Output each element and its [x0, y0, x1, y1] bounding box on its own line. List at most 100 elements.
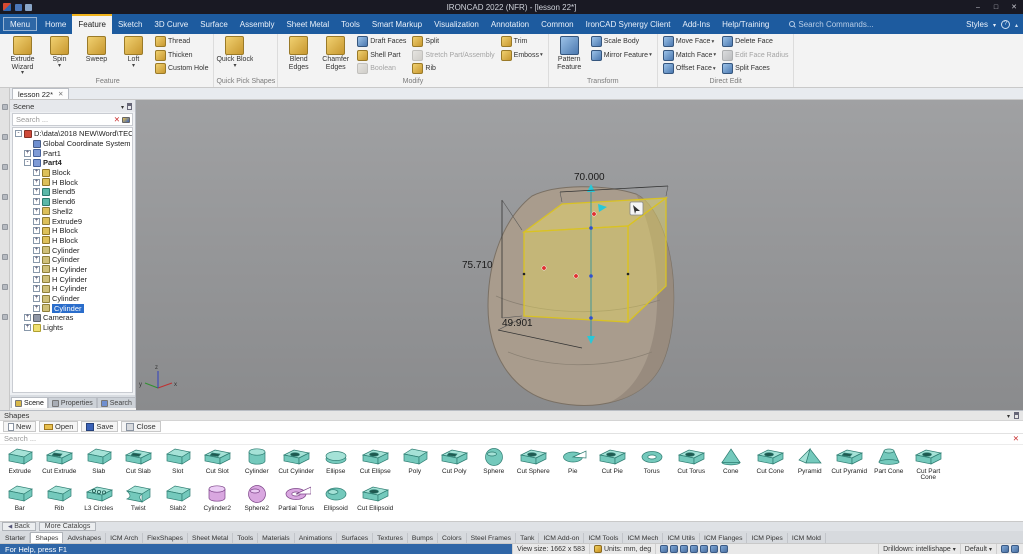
catalog-tab-textures[interactable]: Textures: [373, 533, 408, 543]
close-tab-icon[interactable]: ✕: [58, 90, 63, 98]
offset-face-button[interactable]: Offset Face ▾: [660, 62, 719, 76]
catalog-item-cut-torus[interactable]: Cut Torus: [672, 446, 712, 484]
catalog-item-cut-poly[interactable]: Cut Poly: [435, 446, 475, 484]
menu-tab-tools[interactable]: Tools: [335, 14, 366, 34]
move-face-button[interactable]: Move Face ▾: [660, 35, 719, 49]
split-faces-button[interactable]: Split Faces: [719, 62, 791, 76]
blend-edges-button[interactable]: Blend Edges: [280, 35, 317, 77]
measure-icon[interactable]: [1, 284, 8, 290]
expand-icon[interactable]: +: [33, 304, 40, 312]
zoom-window-icon[interactable]: [660, 545, 669, 553]
catalog-item-cut-slab[interactable]: Cut Slab: [119, 446, 159, 484]
config-icon[interactable]: [1011, 545, 1019, 553]
menu-tab-assembly[interactable]: Assembly: [234, 14, 281, 34]
loft-button[interactable]: Loft ▾: [115, 35, 152, 77]
catalog-item-rib[interactable]: Rib: [40, 483, 80, 521]
menu-tab-smart-markup[interactable]: Smart Markup: [366, 14, 428, 34]
catalog-item-sphere[interactable]: Sphere: [474, 446, 514, 484]
tree-item-h-block[interactable]: + H Block: [13, 226, 132, 236]
panel-tab-scene[interactable]: Scene: [11, 397, 48, 408]
settings-icon[interactable]: [1, 314, 8, 320]
chamfer-edges-button[interactable]: Chamfer Edges: [317, 35, 354, 77]
expand-icon[interactable]: +: [33, 207, 40, 215]
catalog-tab-bumps[interactable]: Bumps: [408, 533, 438, 543]
menu-tab-3d-curve[interactable]: 3D Curve: [148, 14, 194, 34]
menu-tab-surface[interactable]: Surface: [194, 14, 234, 34]
delete-face-button[interactable]: Delete Face: [719, 35, 791, 49]
catalog-item-cut-cylinder[interactable]: Cut Cylinder: [277, 446, 317, 484]
close-button[interactable]: ✕: [1005, 0, 1023, 14]
menu-tab-menu[interactable]: Menu: [3, 17, 38, 31]
catalog-tab-icm-flanges[interactable]: ICM Flanges: [700, 533, 748, 543]
tree-item-extrude9[interactable]: + Extrude9: [13, 216, 132, 226]
expand-icon[interactable]: +: [33, 169, 40, 177]
catalog-tab-icm-mold[interactable]: ICM Mold: [788, 533, 826, 543]
open-catalog-button[interactable]: Open: [39, 421, 79, 433]
styles-menu[interactable]: Styles: [966, 20, 988, 29]
dim-height-text[interactable]: 75.710: [462, 260, 493, 271]
catalog-item-cut-cone[interactable]: Cut Cone: [751, 446, 791, 484]
orbit-icon[interactable]: [710, 545, 719, 553]
catalog-tab-tools[interactable]: Tools: [233, 533, 259, 543]
tree-item-h-cylinder[interactable]: + H Cylinder: [13, 274, 132, 284]
catalog-tab-starter[interactable]: Starter: [1, 533, 31, 543]
collapse-icon[interactable]: -: [15, 130, 22, 138]
new-catalog-button[interactable]: New: [3, 421, 37, 433]
viewport-canvas[interactable]: 70.000 75.710 49.901 x y z: [136, 100, 1023, 410]
catalog-item-sphere2[interactable]: Sphere2: [237, 483, 277, 521]
catalog-tab-animations[interactable]: Animations: [295, 533, 338, 543]
menu-tab-help-training[interactable]: Help/Training: [716, 14, 775, 34]
catalog-tab-icm-tools[interactable]: ICM Tools: [584, 533, 624, 543]
help-icon[interactable]: ?: [1000, 19, 1010, 29]
expand-icon[interactable]: +: [33, 295, 40, 303]
fit-scene-icon[interactable]: [690, 545, 699, 553]
units-value[interactable]: mm, deg: [624, 546, 651, 553]
pattern-feature-button[interactable]: Pattern Feature: [551, 35, 588, 77]
catalog-tab-colors[interactable]: Colors: [438, 533, 467, 543]
pin-icon[interactable]: [1014, 412, 1019, 419]
viewport[interactable]: 70.000 75.710 49.901 x y z: [136, 100, 1023, 410]
catalog-tab-advshapes[interactable]: Advshapes: [63, 533, 107, 543]
document-tab[interactable]: lesson 22* ✕: [12, 88, 70, 99]
expand-icon[interactable]: +: [33, 188, 40, 196]
catalog-item-slab[interactable]: Slab: [79, 446, 119, 484]
quick-save-icon[interactable]: [15, 3, 22, 11]
menu-tab-sheet-metal[interactable]: Sheet Metal: [280, 14, 335, 34]
tree-item-h-cylinder[interactable]: + H Cylinder: [13, 265, 132, 275]
extrude-wizard-button[interactable]: Extrude Wizard ▾: [4, 35, 41, 77]
catalog-item-ellipsoid[interactable]: Ellipsoid: [316, 483, 356, 521]
look-at-icon[interactable]: [720, 545, 729, 553]
catalog-item-cut-pie[interactable]: Cut Pie: [593, 446, 633, 484]
expand-icon[interactable]: +: [33, 198, 40, 206]
tree-item-cameras[interactable]: + Cameras: [13, 313, 132, 323]
emboss-button[interactable]: Emboss ▾: [498, 49, 546, 63]
face-handle[interactable]: [591, 211, 597, 217]
split-button[interactable]: Split: [409, 35, 497, 49]
face-handle[interactable]: [573, 273, 579, 279]
scale-body-button[interactable]: Scale Body: [588, 35, 655, 49]
triball-icon[interactable]: [1, 134, 8, 140]
menu-tab-ironcad-synergy-client[interactable]: IronCAD Synergy Client: [580, 14, 677, 34]
menu-tab-common[interactable]: Common: [535, 14, 579, 34]
catalog-item-slot[interactable]: Slot: [158, 446, 198, 484]
catalog-item-ellipse[interactable]: Ellipse: [316, 446, 356, 484]
custom-hole-button[interactable]: Custom Hole: [152, 62, 211, 76]
expand-icon[interactable]: +: [24, 324, 31, 332]
quick-undo-icon[interactable]: [25, 3, 32, 11]
tree-item-blend5[interactable]: + Blend5: [13, 187, 132, 197]
catalog-search[interactable]: Search ...: [0, 434, 1023, 445]
rib-button[interactable]: Rib: [409, 62, 497, 76]
zoom-icon[interactable]: [1, 194, 8, 200]
pan-icon[interactable]: [1, 164, 8, 170]
expand-icon[interactable]: +: [24, 149, 31, 157]
menu-tab-annotation[interactable]: Annotation: [485, 14, 535, 34]
find-icon[interactable]: [122, 116, 130, 123]
expand-icon[interactable]: +: [33, 246, 40, 254]
render-style-selector[interactable]: Default: [959, 544, 996, 554]
catalog-item-cut-pyramid[interactable]: Cut Pyramid: [830, 446, 870, 484]
tree-item-cylinder[interactable]: + Cylinder: [13, 303, 132, 313]
panel-tab-search[interactable]: Search: [96, 397, 136, 408]
tree-item-lights[interactable]: + Lights: [13, 323, 132, 333]
selection-badge[interactable]: [629, 201, 644, 216]
catalog-item-cut-ellipse[interactable]: Cut Ellipse: [356, 446, 396, 484]
